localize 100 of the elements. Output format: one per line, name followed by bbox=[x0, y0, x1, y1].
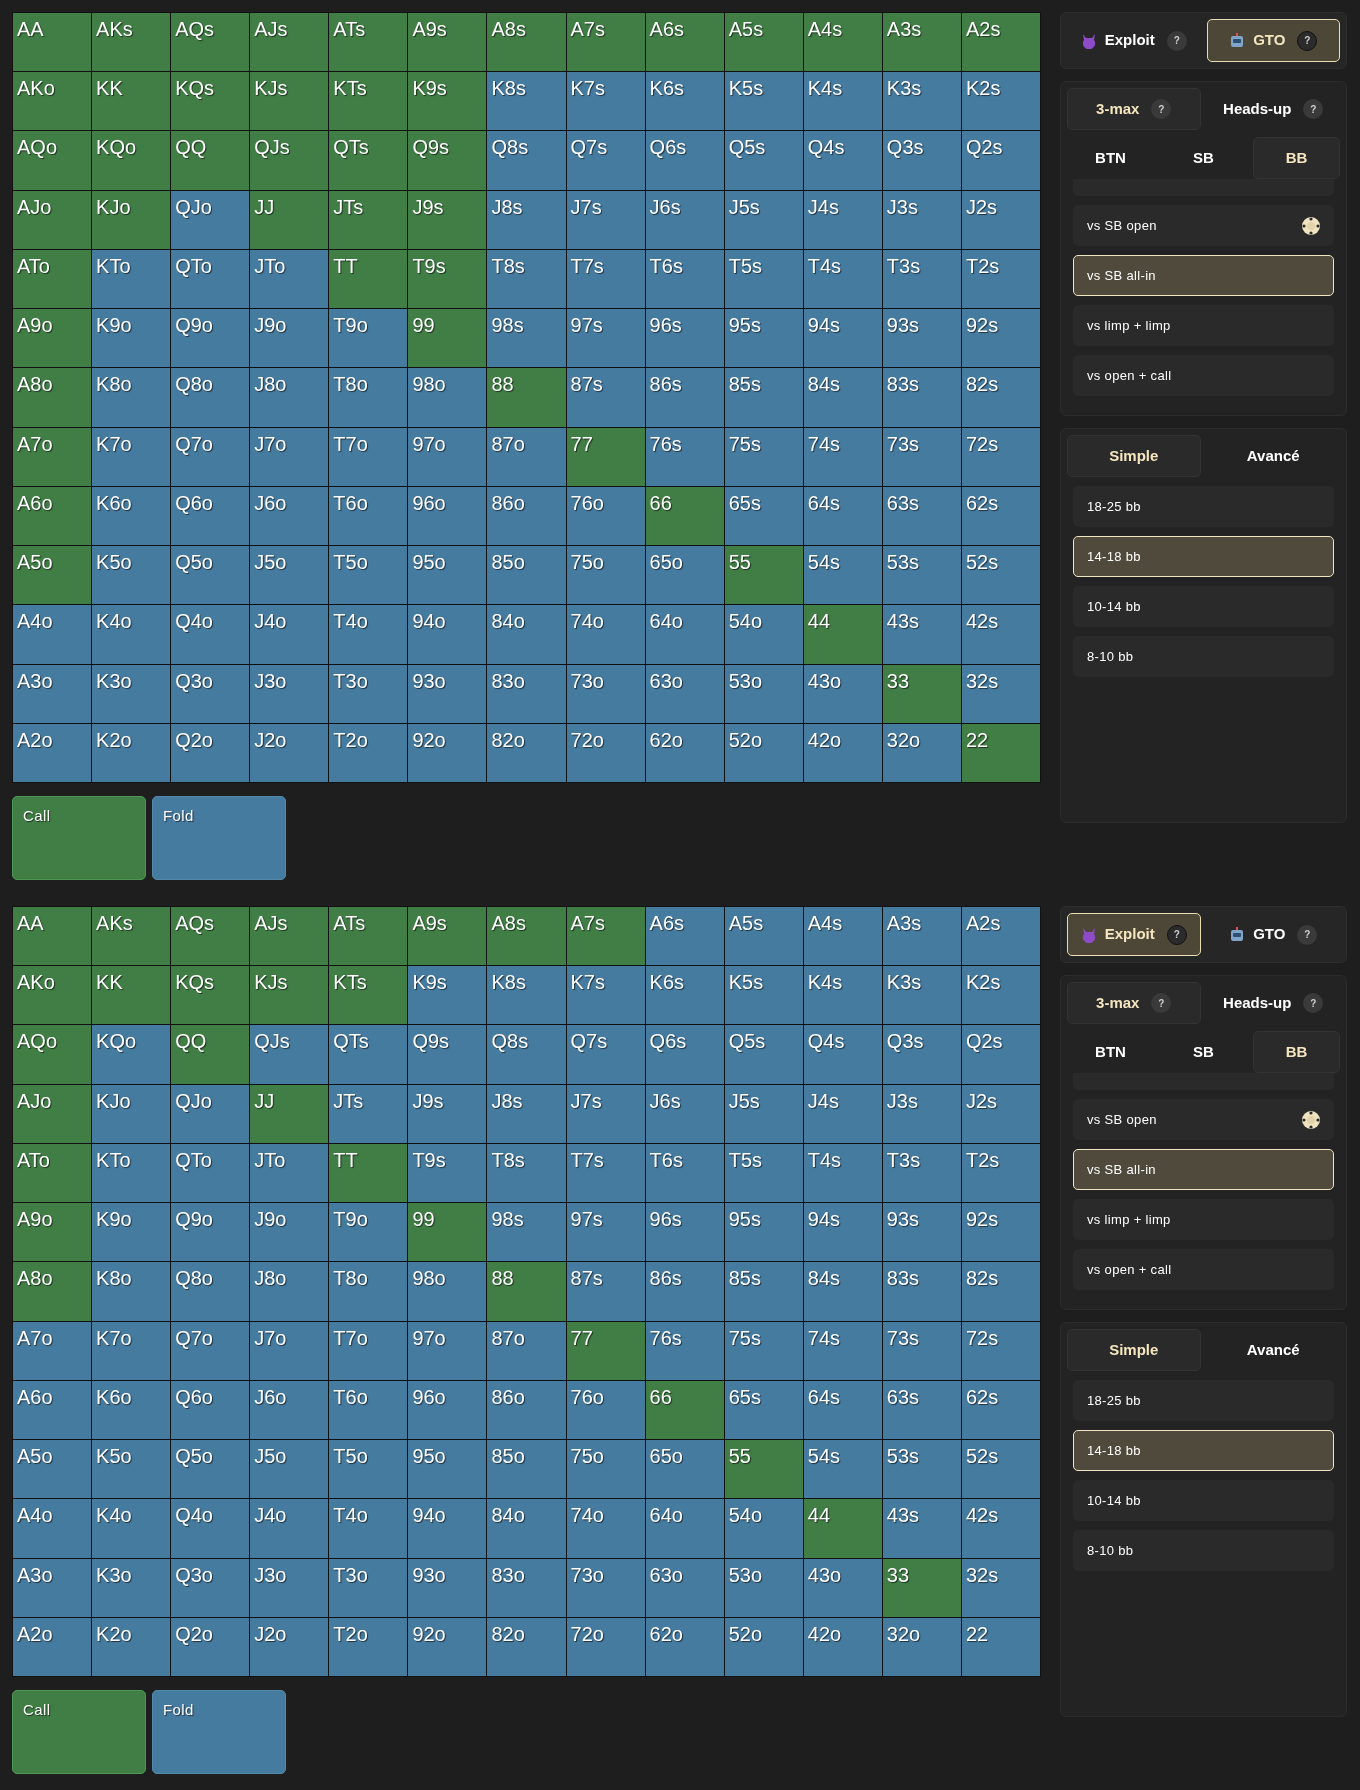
hand-cell[interactable]: K6s bbox=[645, 72, 724, 131]
hand-cell[interactable]: A4o bbox=[13, 1499, 92, 1558]
hand-cell[interactable]: J2o bbox=[250, 1617, 329, 1676]
hand-cell[interactable]: 96s bbox=[645, 309, 724, 368]
help-badge[interactable]: ? bbox=[1303, 99, 1324, 119]
hand-cell[interactable]: K5s bbox=[724, 72, 803, 131]
hand-cell[interactable]: Q3s bbox=[882, 1025, 961, 1084]
hand-cell[interactable]: 93s bbox=[882, 1203, 961, 1262]
hand-cell[interactable]: A9s bbox=[408, 907, 487, 966]
hand-cell[interactable]: T9o bbox=[329, 1203, 408, 1262]
hand-cell[interactable]: 72o bbox=[566, 723, 645, 782]
mode-toggle[interactable]: Exploit ? bbox=[1067, 913, 1201, 956]
hand-cell[interactable]: AQo bbox=[13, 1025, 92, 1084]
hand-cell[interactable]: 64o bbox=[645, 605, 724, 664]
hand-cell[interactable]: T4o bbox=[329, 605, 408, 664]
hand-cell[interactable]: 86s bbox=[645, 1262, 724, 1321]
hand-cell[interactable]: AQs bbox=[171, 907, 250, 966]
hand-cell[interactable]: A8s bbox=[487, 907, 566, 966]
hand-cell[interactable]: KJs bbox=[250, 966, 329, 1025]
hand-cell[interactable]: K7s bbox=[566, 966, 645, 1025]
hand-cell[interactable]: 92s bbox=[961, 309, 1040, 368]
hand-cell[interactable]: AJs bbox=[250, 13, 329, 72]
hand-cell[interactable]: QTs bbox=[329, 131, 408, 190]
help-badge[interactable]: ? bbox=[1166, 30, 1187, 51]
hand-cell[interactable]: ATs bbox=[329, 907, 408, 966]
hand-cell[interactable]: Q7s bbox=[566, 1025, 645, 1084]
hand-cell[interactable]: 92o bbox=[408, 1617, 487, 1676]
hand-cell[interactable]: QTo bbox=[171, 1143, 250, 1203]
hand-cell[interactable]: A8o bbox=[13, 368, 92, 427]
hand-cell[interactable]: 54s bbox=[803, 546, 882, 605]
hand-cell[interactable]: K4o bbox=[92, 1499, 171, 1558]
hand-cell[interactable]: K8o bbox=[92, 1262, 171, 1321]
hand-cell[interactable]: TT bbox=[329, 1143, 408, 1203]
hand-cell[interactable]: 43s bbox=[882, 1499, 961, 1558]
stack-item[interactable]: 10-14 bb bbox=[1073, 1480, 1334, 1521]
hand-cell[interactable]: 75o bbox=[566, 1440, 645, 1499]
hand-cell[interactable]: J3o bbox=[250, 664, 329, 723]
scenario-item[interactable]: vs SB open bbox=[1073, 1099, 1334, 1140]
hand-cell[interactable]: J7o bbox=[250, 1321, 329, 1380]
hand-cell[interactable]: 64s bbox=[803, 1380, 882, 1440]
hand-cell[interactable]: A5o bbox=[13, 546, 92, 605]
hand-cell[interactable]: K9o bbox=[92, 1203, 171, 1262]
hand-cell[interactable]: T7o bbox=[329, 1321, 408, 1380]
hand-cell[interactable]: A6o bbox=[13, 486, 92, 546]
hand-cell[interactable]: QTo bbox=[171, 249, 250, 309]
hand-cell[interactable]: K4s bbox=[803, 966, 882, 1025]
hand-cell[interactable]: J5o bbox=[250, 1440, 329, 1499]
hand-cell[interactable]: 86o bbox=[487, 1380, 566, 1440]
scenario-item[interactable]: vs open + call bbox=[1073, 355, 1334, 396]
hand-cell[interactable]: 99 bbox=[408, 309, 487, 368]
hand-cell[interactable]: 42o bbox=[803, 1617, 882, 1676]
hand-cell[interactable]: A2o bbox=[13, 723, 92, 782]
hand-cell[interactable]: T5o bbox=[329, 1440, 408, 1499]
hand-cell[interactable]: QTs bbox=[329, 1025, 408, 1084]
hand-cell[interactable]: A3o bbox=[13, 1558, 92, 1617]
stack-item[interactable]: 8-10 bb bbox=[1073, 1530, 1334, 1571]
hand-cell[interactable]: 96o bbox=[408, 486, 487, 546]
hand-cell[interactable]: A3s bbox=[882, 13, 961, 72]
hand-cell[interactable]: 85o bbox=[487, 1440, 566, 1499]
hand-cell[interactable]: 76s bbox=[645, 427, 724, 486]
hand-cell[interactable]: Q2o bbox=[171, 723, 250, 782]
hand-cell[interactable]: A2s bbox=[961, 13, 1040, 72]
hand-cell[interactable]: Q2o bbox=[171, 1617, 250, 1676]
position-tab[interactable]: BB bbox=[1253, 137, 1340, 179]
hand-cell[interactable]: 83o bbox=[487, 664, 566, 723]
scenario-item[interactable]: vs SB all-in bbox=[1073, 1149, 1334, 1190]
format-tab[interactable]: Heads-up ? bbox=[1206, 88, 1340, 130]
hand-cell[interactable]: 72s bbox=[961, 427, 1040, 486]
hand-cell[interactable]: Q9o bbox=[171, 1203, 250, 1262]
hand-cell[interactable]: 96o bbox=[408, 1380, 487, 1440]
hand-cell[interactable]: J9o bbox=[250, 309, 329, 368]
format-tab[interactable]: 3-max ? bbox=[1067, 88, 1201, 130]
stack-item[interactable]: 10-14 bb bbox=[1073, 586, 1334, 627]
hand-cell[interactable]: 66 bbox=[645, 1380, 724, 1440]
action-legend-button[interactable]: Call bbox=[12, 1690, 146, 1774]
hand-cell[interactable]: K9s bbox=[408, 966, 487, 1025]
hand-cell[interactable]: T4s bbox=[803, 249, 882, 309]
hand-cell[interactable]: K2s bbox=[961, 72, 1040, 131]
hand-cell[interactable]: Q7o bbox=[171, 1321, 250, 1380]
hand-cell[interactable]: 97o bbox=[408, 1321, 487, 1380]
hand-cell[interactable]: 42s bbox=[961, 1499, 1040, 1558]
help-badge[interactable]: ? bbox=[1166, 924, 1187, 945]
hand-cell[interactable]: 52s bbox=[961, 546, 1040, 605]
hand-cell[interactable]: KTs bbox=[329, 72, 408, 131]
hand-cell[interactable]: AQs bbox=[171, 13, 250, 72]
position-tab[interactable]: SB bbox=[1160, 1031, 1247, 1073]
hand-cell[interactable]: 43s bbox=[882, 605, 961, 664]
hand-cell[interactable]: J3o bbox=[250, 1558, 329, 1617]
hand-cell[interactable]: 63o bbox=[645, 664, 724, 723]
hand-cell[interactable]: A9o bbox=[13, 1203, 92, 1262]
hand-cell[interactable]: AA bbox=[13, 13, 92, 72]
hand-cell[interactable]: 72o bbox=[566, 1617, 645, 1676]
hand-cell[interactable]: T6s bbox=[645, 249, 724, 309]
hand-cell[interactable]: T7s bbox=[566, 1143, 645, 1203]
hand-cell[interactable]: A7s bbox=[566, 13, 645, 72]
hand-cell[interactable]: 95o bbox=[408, 1440, 487, 1499]
hand-cell[interactable]: 87s bbox=[566, 368, 645, 427]
hand-cell[interactable]: 76s bbox=[645, 1321, 724, 1380]
hand-cell[interactable]: 87s bbox=[566, 1262, 645, 1321]
stack-item[interactable]: 8-10 bb bbox=[1073, 636, 1334, 677]
